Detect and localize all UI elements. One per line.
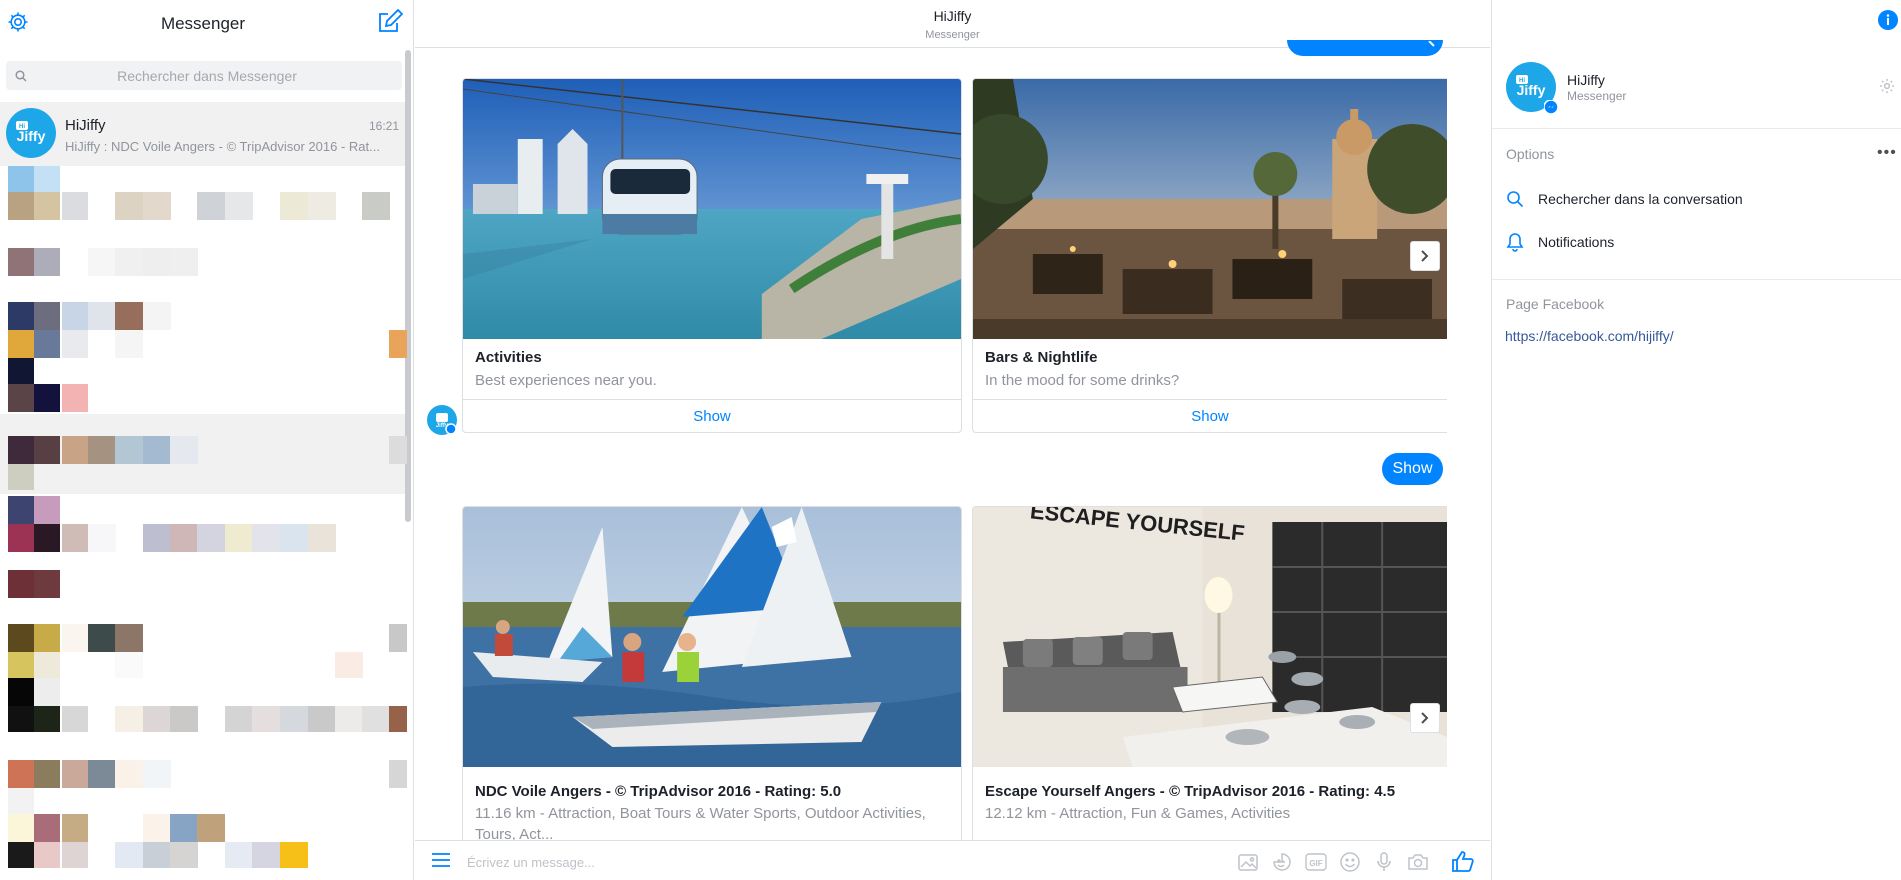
conversation-snippet: HiJiffy : NDC Voile Angers - © TripAdvis… (65, 139, 380, 154)
messenger-app: Messenger Hi Jiffy HiJiffy 16:21 HiJiffy… (0, 0, 1901, 880)
facebook-page-link[interactable]: https://facebook.com/hijiffy/ (1505, 328, 1674, 344)
carousel-next-button[interactable] (1410, 241, 1440, 271)
escape-room-image: ESCAPE YOURSELF (973, 507, 1447, 767)
message-composer: GIF (415, 840, 1490, 880)
sticker-icon[interactable] (1271, 851, 1293, 873)
conversation-item-hijiffy[interactable]: Hi Jiffy HiJiffy 16:21 HiJiffy : NDC Voi… (0, 102, 405, 166)
details-name: HiJiffy (1567, 72, 1605, 88)
blurred-conversation[interactable] (0, 678, 407, 748)
user-show-bubble: Show (1382, 453, 1443, 485)
conversation-pane: HiJiffy Messenger Activities Best experi… (415, 0, 1490, 880)
chevron-right-icon (1421, 712, 1429, 724)
messenger-badge-icon (1544, 100, 1558, 114)
card-subtitle: Best experiences near you. (475, 372, 657, 389)
card-show-button[interactable]: Show (463, 399, 961, 432)
option-label: Rechercher dans la conversation (1538, 191, 1743, 207)
blurred-conversation[interactable] (0, 814, 405, 880)
carousel-card-ndc-voile[interactable]: NDC Voile Angers - © TripAdvisor 2016 - … (462, 506, 962, 846)
conversation-name: HiJiffy (65, 117, 106, 134)
messenger-search[interactable] (6, 61, 402, 90)
previous-show-button[interactable] (1287, 40, 1443, 56)
info-icon[interactable] (1878, 10, 1898, 30)
carousel-next-button[interactable] (1410, 703, 1440, 733)
conversation-sidebar: Messenger Hi Jiffy HiJiffy 16:21 HiJiffy… (0, 0, 414, 880)
chevron-right-icon (1421, 250, 1429, 262)
conversation-time: 16:21 (368, 119, 399, 133)
search-icon (1507, 191, 1524, 208)
carousel-card-bars-nightlife[interactable]: Bars & Nightlife In the mood for some dr… (972, 78, 1447, 433)
option-search-conversation[interactable]: Rechercher dans la conversation (1506, 187, 1743, 211)
option-notifications[interactable]: Notifications (1506, 230, 1614, 254)
carousel-card-activities[interactable]: Activities Best experiences near you. Sh… (462, 78, 962, 433)
details-subtitle: Messenger (1567, 89, 1627, 103)
sidebar-title: Messenger (160, 14, 246, 33)
details-settings-gear-icon[interactable] (1878, 77, 1896, 95)
card-title: Bars & Nightlife (985, 349, 1098, 366)
svg-text:GIF: GIF (1309, 859, 1322, 868)
blurred-conversation[interactable] (0, 494, 405, 564)
details-panel: Hi Jiffy HiJiffy Messenger Options ••• R… (1491, 0, 1901, 880)
divider (1492, 279, 1901, 280)
microphone-icon[interactable] (1373, 851, 1395, 873)
card-subtitle: In the mood for some drinks? (985, 372, 1180, 389)
emoji-icon[interactable] (1339, 851, 1361, 873)
image-icon[interactable] (1237, 851, 1259, 873)
search-icon (15, 69, 27, 82)
svg-text:Jiffy: Jiffy (1517, 82, 1546, 98)
blurred-conversation-list (0, 166, 407, 880)
options-heading: Options (1506, 146, 1555, 162)
card-subtitle: 11.16 km - Attraction, Boat Tours & Wate… (475, 805, 926, 843)
blurred-conversation[interactable] (0, 302, 407, 386)
chevron-right-icon (1428, 41, 1435, 47)
card-show-button[interactable]: Show (973, 399, 1447, 432)
blurred-conversation[interactable] (0, 414, 407, 494)
card-subtitle: 12.12 km - Attraction, Fun & Games, Acti… (985, 805, 1291, 822)
sidebar-header: Messenger (0, 0, 413, 48)
card-title: Escape Yourself Angers - © TripAdvisor 2… (985, 783, 1396, 800)
card-title: NDC Voile Angers - © TripAdvisor 2016 - … (475, 783, 842, 800)
sailboat-image (463, 507, 961, 767)
more-options-button[interactable]: ••• (1877, 144, 1897, 162)
option-label: Notifications (1538, 234, 1615, 250)
blurred-conversation[interactable] (0, 166, 405, 236)
camera-icon[interactable] (1407, 851, 1429, 873)
gif-icon[interactable]: GIF (1305, 851, 1327, 873)
svg-text:Jiffy: Jiffy (17, 128, 46, 144)
menu-icon[interactable] (431, 852, 451, 868)
rooftop-bar-image (973, 79, 1447, 339)
new-message-icon[interactable] (377, 9, 403, 35)
conversation-title[interactable]: HiJiffy (415, 8, 1490, 24)
hijiffy-avatar: Hi Jiffy (6, 108, 56, 158)
card-title: Activities (475, 349, 542, 366)
divider (1492, 128, 1901, 129)
bot-avatar: Jiffy (427, 405, 457, 435)
bell-icon (1506, 233, 1524, 252)
thumbs-up-icon[interactable] (1451, 849, 1475, 873)
messenger-search-input[interactable] (27, 67, 387, 84)
message-input[interactable] (467, 851, 1027, 873)
cable-car-image (463, 79, 961, 339)
carousel-card-escape-yourself[interactable]: ESCAPE YOURSELF Escape Yourself Angers -… (972, 506, 1447, 846)
facebook-page-heading: Page Facebook (1506, 296, 1605, 312)
